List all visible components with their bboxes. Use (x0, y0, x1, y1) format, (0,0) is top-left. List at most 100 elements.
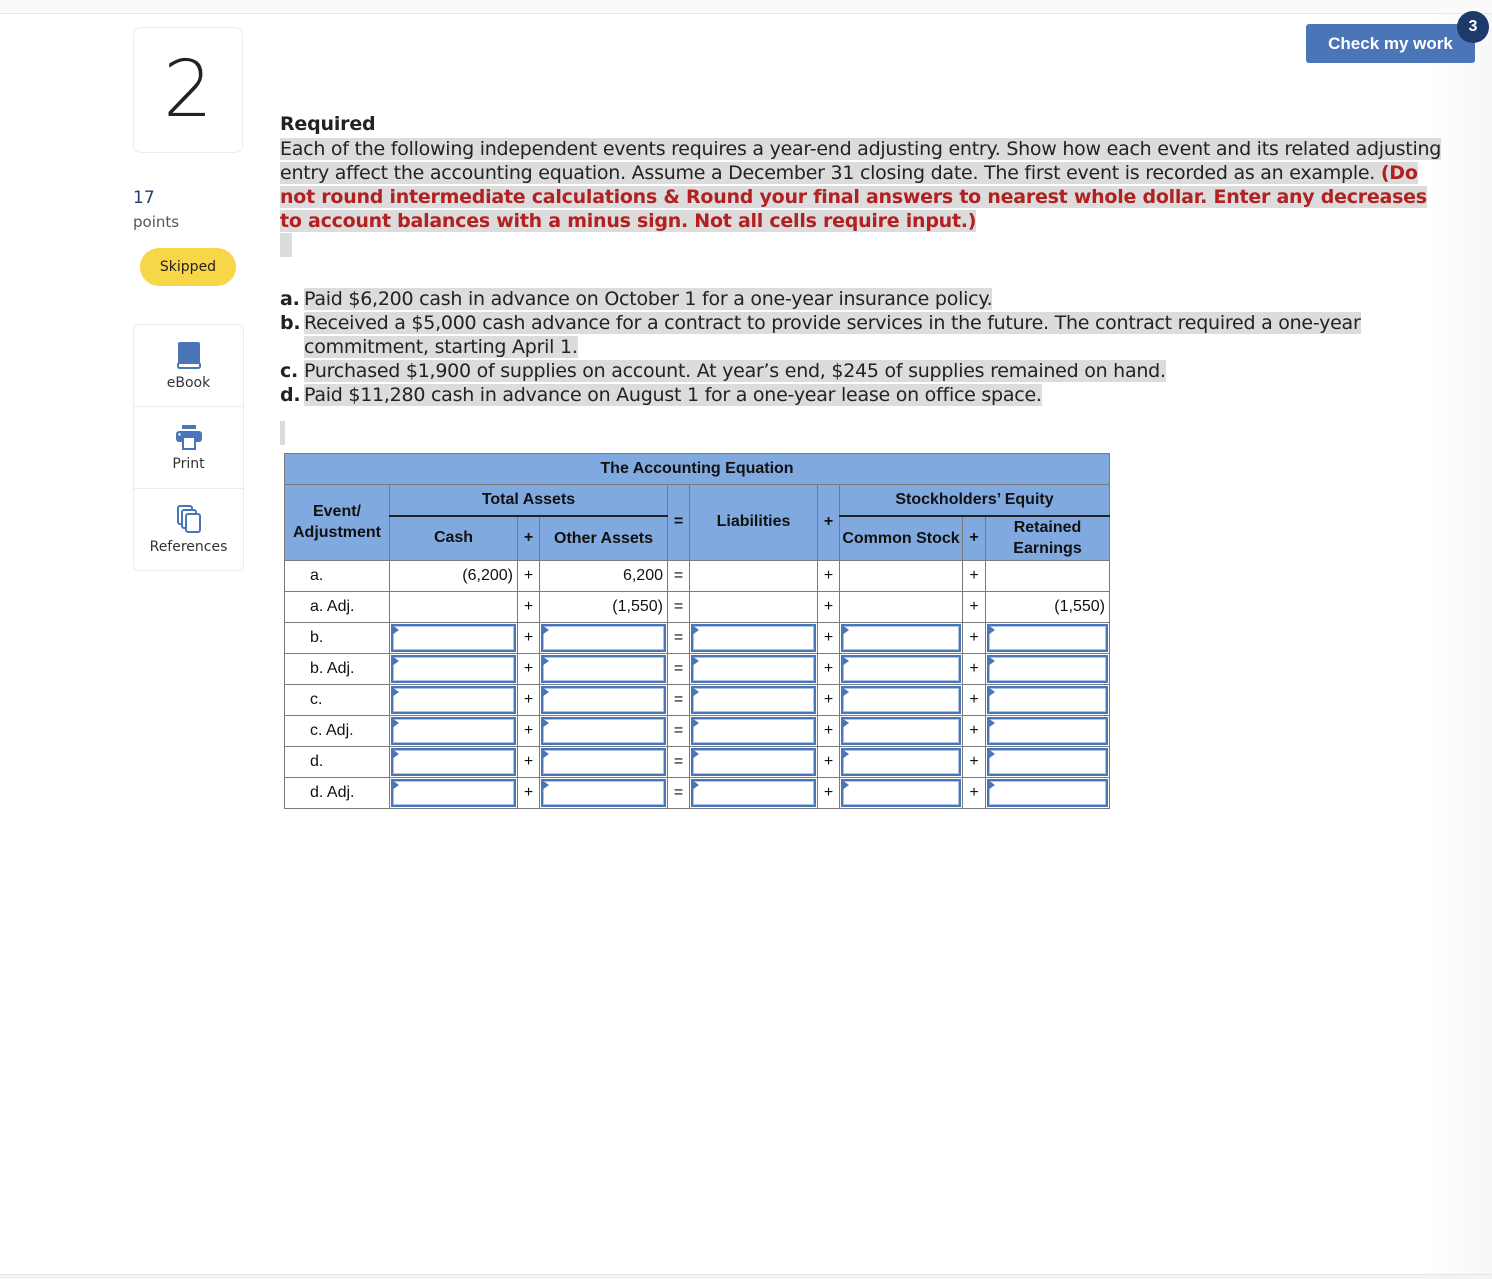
event-letter: a. (280, 288, 300, 310)
common-stock-cell (839, 621, 963, 654)
input-flag-icon (842, 655, 849, 666)
bottom-bar (0, 1274, 1492, 1279)
equals-sign: = (667, 714, 690, 747)
input-flag-icon (988, 748, 995, 759)
points-value: 17 (133, 188, 155, 208)
input-flag-icon (988, 686, 995, 697)
question-content: Required Each of the following independe… (280, 113, 1450, 407)
plus-sign: + (517, 652, 540, 685)
other-assets-input[interactable] (541, 747, 666, 776)
cash-input[interactable] (391, 654, 516, 683)
input-flag-icon (692, 686, 699, 697)
event-text: Paid $6,200 cash in advance on October 1… (304, 288, 993, 310)
input-flag-icon (988, 779, 995, 790)
input-flag-icon (542, 779, 549, 790)
input-flag-icon (842, 717, 849, 728)
cash-input[interactable] (391, 685, 516, 714)
input-flag-icon (542, 624, 549, 635)
check-my-work-button[interactable]: Check my work (1306, 24, 1475, 63)
liabilities-input[interactable] (691, 654, 816, 683)
cash-cell (389, 652, 518, 685)
common-stock-input[interactable] (841, 623, 961, 652)
retained-earnings-value: (1,550) (985, 590, 1110, 623)
row-label: c. Adj. (284, 714, 390, 747)
header-plus-sign: + (817, 484, 840, 561)
cash-cell (389, 621, 518, 654)
other-assets-cell (539, 745, 668, 778)
ebook-label: eBook (166, 374, 211, 391)
cash-input[interactable] (391, 747, 516, 776)
header-cash: Cash (389, 515, 518, 561)
other-assets-input[interactable] (541, 685, 666, 714)
row-label: a. (284, 559, 390, 592)
plus-sign: + (517, 621, 540, 654)
retained-earnings-cell (985, 683, 1110, 716)
retained-earnings-input[interactable] (987, 654, 1108, 683)
required-text: Each of the following independent events… (280, 138, 1442, 184)
plus-sign: + (817, 745, 840, 778)
equals-sign: = (667, 745, 690, 778)
cash-input[interactable] (391, 716, 516, 745)
liabilities-input[interactable] (691, 623, 816, 652)
equals-sign: = (667, 652, 690, 685)
plus-sign: + (517, 683, 540, 716)
liabilities-input[interactable] (691, 778, 816, 807)
liabilities-input[interactable] (691, 685, 816, 714)
plus-sign: + (817, 621, 840, 654)
liabilities-cell (689, 776, 818, 809)
other-assets-input[interactable] (541, 654, 666, 683)
other-assets-input[interactable] (541, 623, 666, 652)
cash-input[interactable] (391, 623, 516, 652)
table-row: b. Adj. + = + + (284, 652, 1110, 685)
input-flag-icon (692, 779, 699, 790)
common-stock-input[interactable] (841, 716, 961, 745)
common-stock-cell (839, 652, 963, 685)
input-flag-icon (692, 748, 699, 759)
table-row: c. Adj. + = + + (284, 714, 1110, 747)
other-assets-value: 6,200 (539, 559, 668, 592)
required-paragraph: Each of the following independent events… (280, 137, 1450, 257)
retained-earnings-input[interactable] (987, 623, 1108, 652)
common-stock-cell (839, 714, 963, 747)
plus-sign: + (817, 776, 840, 809)
input-flag-icon (988, 655, 995, 666)
references-button[interactable]: References (134, 489, 243, 570)
plus-sign: + (517, 714, 540, 747)
input-flag-icon (842, 748, 849, 759)
question-number: 2 (133, 27, 243, 153)
retained-earnings-input[interactable] (987, 716, 1108, 745)
common-stock-cell (839, 776, 963, 809)
header-liabilities: Liabilities (689, 484, 818, 561)
retained-earnings-input[interactable] (987, 778, 1108, 807)
liabilities-input[interactable] (691, 747, 816, 776)
cash-cell (389, 683, 518, 716)
input-flag-icon (842, 779, 849, 790)
header-other-assets: Other Assets (539, 515, 668, 561)
input-flag-icon (392, 748, 399, 759)
table-row: b. + = + + (284, 621, 1110, 654)
input-flag-icon (392, 717, 399, 728)
ebook-button[interactable]: eBook (134, 325, 243, 407)
cash-input[interactable] (391, 778, 516, 807)
retained-earnings-input[interactable] (987, 747, 1108, 776)
retained-earnings-cell (985, 714, 1110, 747)
row-label: d. (284, 745, 390, 778)
header-common-stock: Common Stock (839, 515, 963, 561)
header-plus-sign: + (517, 515, 540, 561)
other-assets-input[interactable] (541, 778, 666, 807)
common-stock-input[interactable] (841, 654, 961, 683)
equals-sign: = (667, 559, 690, 592)
liabilities-input[interactable] (691, 716, 816, 745)
equals-sign: = (667, 776, 690, 809)
other-assets-input[interactable] (541, 716, 666, 745)
common-stock-input[interactable] (841, 685, 961, 714)
retained-earnings-input[interactable] (987, 685, 1108, 714)
plus-sign: + (962, 652, 986, 685)
print-button[interactable]: Print (134, 407, 243, 489)
retained-earnings-cell (985, 745, 1110, 778)
common-stock-input[interactable] (841, 778, 961, 807)
common-stock-input[interactable] (841, 747, 961, 776)
plus-sign: + (517, 590, 540, 623)
cash-cell (389, 714, 518, 747)
plus-sign: + (962, 776, 986, 809)
